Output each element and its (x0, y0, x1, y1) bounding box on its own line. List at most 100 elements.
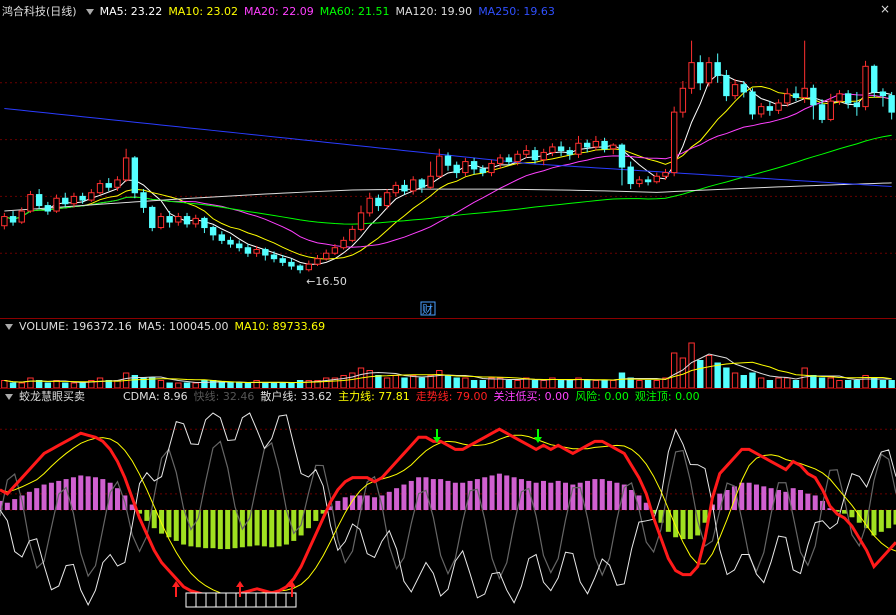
cdma-bar (342, 497, 348, 510)
candle (479, 165, 486, 177)
indicator-name: 蛟龙慧眼买卖 (19, 390, 85, 403)
cdma-bar (812, 495, 818, 510)
volume-bar (670, 352, 678, 389)
indicator-dropdown-icon[interactable] (5, 393, 13, 400)
volume-bar (453, 377, 460, 389)
cdma-bar (430, 479, 436, 510)
cdma-bar (724, 490, 730, 510)
candle (201, 216, 208, 234)
cdma-bar (85, 476, 91, 510)
cdma-bar (151, 510, 157, 529)
ma-label-5: MA250: 19.63 (478, 5, 555, 18)
cdma-bar (496, 473, 502, 510)
volume-bar (418, 377, 426, 389)
indicator-label-6: 风险: 0.00 (575, 390, 629, 403)
candle (731, 79, 739, 100)
indicator-label-3: 主力线: 77.81 (338, 390, 410, 403)
candle (531, 146, 539, 164)
candle (705, 57, 713, 87)
cdma-bar (886, 510, 892, 529)
candle (96, 179, 104, 195)
volume-bar (96, 377, 104, 389)
indicator-label-0: CDMA: 8.96 (123, 390, 188, 403)
volume-dropdown-icon[interactable] (5, 323, 13, 330)
candle (592, 135, 600, 151)
candle (149, 205, 156, 232)
cdma-bar (614, 482, 620, 510)
cdma-bar (115, 488, 121, 510)
cdma-bar (276, 510, 282, 547)
volume-bar (436, 370, 443, 389)
volume-bar (714, 362, 721, 389)
candle (88, 189, 95, 202)
close-icon[interactable]: × (880, 2, 890, 16)
candle (488, 159, 495, 177)
candle (44, 201, 52, 215)
dropdown-icon[interactable] (85, 8, 94, 15)
cdma-bar (210, 510, 216, 549)
cdma-bar (783, 491, 789, 510)
candle (375, 194, 382, 212)
cdma-bar (144, 510, 150, 521)
volume-bar (583, 380, 591, 389)
candle (244, 244, 252, 257)
candle (496, 154, 504, 169)
candle (296, 264, 304, 274)
cdma-bar (254, 510, 260, 546)
candle (114, 176, 121, 191)
cdma-bar (687, 510, 693, 540)
volume-bar (253, 380, 260, 389)
candle (557, 141, 565, 157)
cdma-bar (335, 500, 341, 510)
cdma-bar (585, 480, 591, 510)
candle (549, 143, 556, 157)
cdma-bar (753, 484, 759, 510)
cdma-bar (511, 477, 517, 510)
indicator-header: 蛟龙慧眼买卖 CDMA: 8.96 快线: 32.46 散户线: 33.62 主力线: … (2, 389, 712, 405)
volume-label-1: MA5: 100045.00 (137, 320, 229, 333)
indicator-label-4: 走势线: 79.00 (415, 390, 488, 403)
indicator-label-5: 关注低买: 0.00 (493, 390, 570, 403)
candle (505, 154, 513, 166)
volume-bar (323, 377, 330, 389)
volume-bar (427, 375, 434, 389)
cdma-bar (34, 488, 40, 510)
candle (70, 192, 78, 208)
ma-label-2: MA20: 22.09 (244, 5, 314, 18)
cdma-bar (746, 482, 752, 510)
ma-label-4: MA120: 19.90 (395, 5, 473, 18)
cdma-bar (269, 510, 275, 548)
cdma-bar (548, 482, 554, 510)
cdma-bar (26, 491, 32, 510)
cdma-bar (673, 510, 679, 538)
volume-bar (810, 375, 817, 389)
volume-bar (505, 380, 513, 389)
cdma-bar (489, 475, 495, 510)
indicator-label-7: 观注顶: 0.00 (634, 390, 700, 403)
cdma-bar (394, 488, 400, 510)
volume-header: VOLUME: 196372.16 MA5: 100045.00 MA10: 897… (2, 319, 337, 335)
candle (392, 181, 400, 197)
candle (227, 236, 234, 248)
candle (523, 145, 530, 158)
cdma-bar (4, 502, 10, 510)
volume-bar (749, 372, 756, 389)
volume-bar (479, 380, 486, 389)
candle (218, 231, 226, 245)
cdma-bar (364, 495, 370, 510)
candle (888, 91, 895, 120)
volume-bar (766, 380, 774, 389)
candle (183, 212, 191, 228)
candle (314, 255, 321, 267)
volume-bar (844, 380, 852, 389)
volume-bar (401, 377, 408, 389)
candle (401, 179, 408, 195)
cdma-bar (731, 486, 737, 510)
cdma-bar (518, 479, 524, 510)
bottom-signal-box (275, 592, 287, 608)
volume-bar (349, 372, 356, 389)
ma-label-0: MA5: 23.22 (99, 5, 163, 18)
candle (470, 157, 478, 175)
cdma-bar (856, 510, 862, 523)
indicator-chart (0, 412, 896, 608)
